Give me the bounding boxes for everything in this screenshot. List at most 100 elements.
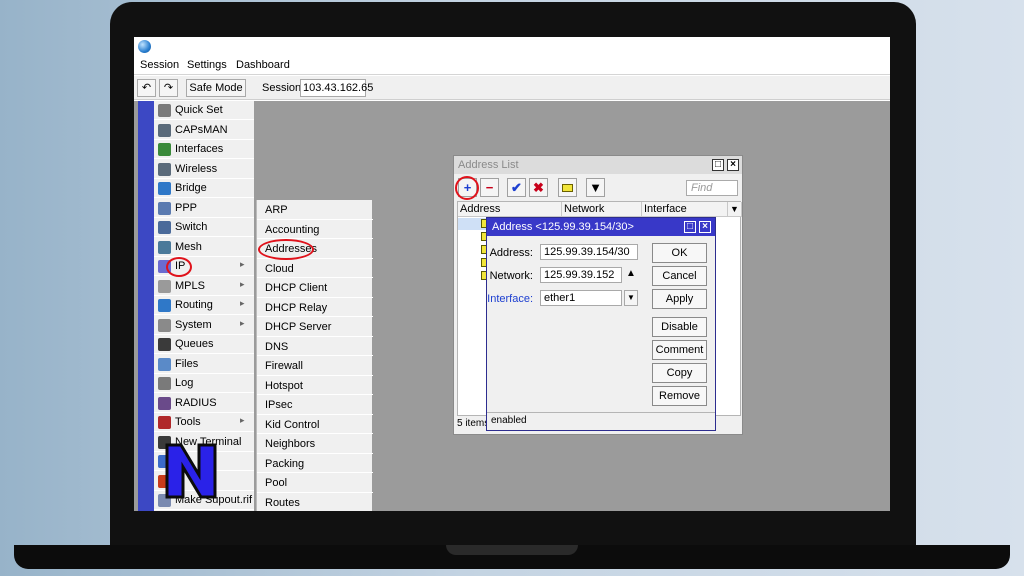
menu-dashboard[interactable]: Dashboard bbox=[236, 59, 290, 71]
queues-icon bbox=[158, 338, 171, 351]
ip-menu-label: IPsec bbox=[265, 399, 293, 411]
routing-icon bbox=[158, 299, 171, 312]
maximize-icon: □ bbox=[714, 159, 722, 170]
sidebar-item-label: PPP bbox=[175, 201, 198, 214]
disable-button[interactable]: Disable bbox=[652, 317, 707, 337]
sidebar-item-interfaces[interactable]: Interfaces bbox=[154, 140, 254, 159]
filter-button[interactable]: ▼ bbox=[586, 178, 605, 197]
ip-menu-ipsec[interactable]: IPsec bbox=[257, 395, 373, 415]
interface-label: Interface: bbox=[487, 293, 533, 305]
ip-menu-kid-control[interactable]: Kid Control bbox=[257, 415, 373, 434]
sidebar-item-log[interactable]: Log bbox=[154, 374, 254, 393]
ip-menu-label: DHCP Server bbox=[265, 321, 332, 333]
column-interface[interactable]: Interface bbox=[642, 202, 728, 217]
undo-button[interactable]: ↶ bbox=[137, 79, 156, 97]
ip-menu-dhcp-client[interactable]: DHCP Client bbox=[257, 278, 373, 298]
cancel-button[interactable]: Cancel bbox=[652, 266, 707, 286]
sidebar-item-capsman[interactable]: CAPsMAN bbox=[154, 121, 254, 140]
sidebar-item-mpls[interactable]: MPLS ▸ bbox=[154, 277, 254, 296]
address-field[interactable]: 125.99.39.154/30 bbox=[540, 244, 638, 260]
addresses-highlight bbox=[258, 239, 314, 260]
ip-menu-packing[interactable]: Packing bbox=[257, 454, 373, 473]
menu-settings[interactable]: Settings bbox=[187, 59, 227, 71]
sidebar-item-label: Interfaces bbox=[175, 143, 224, 155]
sidebar-item-bridge[interactable]: Bridge bbox=[154, 179, 254, 198]
ip-menu-arp[interactable]: ARP bbox=[257, 200, 373, 220]
maximize-button[interactable]: □ bbox=[712, 159, 724, 171]
ip-menu-label: DHCP Relay bbox=[265, 301, 328, 314]
comment-button[interactable]: Comment bbox=[652, 340, 707, 360]
address-list-titlebar: Address List □ × bbox=[454, 156, 742, 174]
redo-icon: ↷ bbox=[163, 82, 174, 94]
ip-menu-hotspot[interactable]: Hotspot bbox=[257, 376, 373, 395]
laptop-notch bbox=[446, 545, 578, 555]
dialog-maximize-button[interactable]: □ bbox=[684, 221, 696, 233]
sidebar-item-label: RADIUS bbox=[175, 396, 217, 409]
ok-button[interactable]: OK bbox=[652, 243, 707, 263]
dialog-close-button[interactable]: × bbox=[699, 221, 711, 233]
ip-menu-cloud[interactable]: Cloud bbox=[257, 259, 373, 278]
sidebar-item-radius[interactable]: RADIUS bbox=[154, 394, 254, 413]
title-bar bbox=[134, 37, 890, 56]
collapse-up-icon[interactable]: ▲ bbox=[626, 268, 636, 279]
ip-menu-pool[interactable]: Pool bbox=[257, 473, 373, 493]
apply-button[interactable]: Apply bbox=[652, 289, 707, 309]
sidebar-item-queues[interactable]: Queues bbox=[154, 335, 254, 354]
network-field[interactable]: 125.99.39.152 bbox=[540, 267, 622, 283]
disable-button[interactable]: ✖ bbox=[529, 178, 548, 197]
sidebar-item-label: Mesh bbox=[175, 240, 202, 253]
quick-set-icon bbox=[158, 104, 171, 117]
remove-button[interactable]: Remove bbox=[652, 386, 707, 406]
interface-dropdown-button[interactable]: ▼ bbox=[624, 290, 638, 306]
address-label: Address: bbox=[489, 247, 533, 259]
mesh-icon bbox=[158, 240, 171, 254]
sidebar-item-files[interactable]: Files bbox=[154, 355, 254, 374]
chevron-down-icon: ▼ bbox=[627, 293, 635, 302]
menu-bar: Session Settings Dashboard bbox=[134, 57, 890, 75]
column-network[interactable]: Network bbox=[562, 202, 642, 217]
maximize-icon: □ bbox=[686, 221, 694, 232]
copy-button[interactable]: Copy bbox=[652, 363, 707, 383]
sidebar-item-system[interactable]: System ▸ bbox=[154, 316, 254, 335]
ip-menu-neighbors[interactable]: Neighbors bbox=[257, 434, 373, 454]
ip-menu-dhcp-relay[interactable]: DHCP Relay bbox=[257, 298, 373, 317]
radius-icon bbox=[158, 396, 171, 410]
column-address[interactable]: Address bbox=[458, 202, 562, 217]
menu-session[interactable]: Session bbox=[140, 59, 179, 71]
interfaces-icon bbox=[158, 143, 171, 156]
log-icon bbox=[158, 377, 171, 390]
find-input[interactable]: Find bbox=[686, 180, 738, 196]
redo-button[interactable]: ↷ bbox=[159, 79, 178, 97]
filter-icon: ▼ bbox=[589, 180, 602, 195]
winbox-window: Session Settings Dashboard ↶ ↷ Safe Mode… bbox=[134, 37, 890, 511]
check-icon: ✔ bbox=[511, 180, 522, 195]
close-icon: × bbox=[730, 159, 736, 170]
enable-button[interactable]: ✔ bbox=[507, 178, 526, 197]
sidebar-item-mesh[interactable]: Mesh bbox=[154, 238, 254, 257]
sidebar-item-tools[interactable]: Tools ▸ bbox=[154, 413, 254, 432]
sidebar-item-ppp[interactable]: PPP bbox=[154, 199, 254, 218]
ip-menu-routes[interactable]: Routes bbox=[257, 493, 373, 512]
sidebar-item-switch[interactable]: Switch bbox=[154, 218, 254, 237]
ip-menu-accounting[interactable]: Accounting bbox=[257, 220, 373, 239]
sidebar-item-label: MPLS bbox=[175, 279, 205, 292]
remove-button[interactable]: − bbox=[480, 178, 499, 197]
add-highlight bbox=[455, 176, 479, 200]
ip-menu-dns[interactable]: DNS bbox=[257, 337, 373, 356]
ip-menu-dhcp-server[interactable]: DHCP Server bbox=[257, 317, 373, 337]
comment-button[interactable] bbox=[558, 178, 577, 197]
mpls-icon bbox=[158, 279, 171, 293]
interface-select[interactable]: ether1 bbox=[540, 290, 622, 306]
sidebar-item-routing[interactable]: Routing ▸ bbox=[154, 296, 254, 315]
close-button[interactable]: × bbox=[727, 159, 739, 171]
address-list-title: Address List bbox=[458, 159, 519, 171]
safe-mode-button[interactable]: Safe Mode bbox=[186, 79, 246, 97]
ip-menu-firewall[interactable]: Firewall bbox=[257, 356, 373, 376]
sidebar-item-wireless[interactable]: Wireless bbox=[154, 160, 254, 179]
submenu-arrow-icon: ▸ bbox=[240, 278, 245, 289]
ppp-icon bbox=[158, 201, 171, 215]
ip-menu-label: Hotspot bbox=[265, 379, 303, 392]
column-menu-button[interactable]: ▼ bbox=[728, 202, 742, 217]
tools-icon bbox=[158, 416, 171, 429]
sidebar-item-quick-set[interactable]: Quick Set bbox=[154, 101, 254, 120]
